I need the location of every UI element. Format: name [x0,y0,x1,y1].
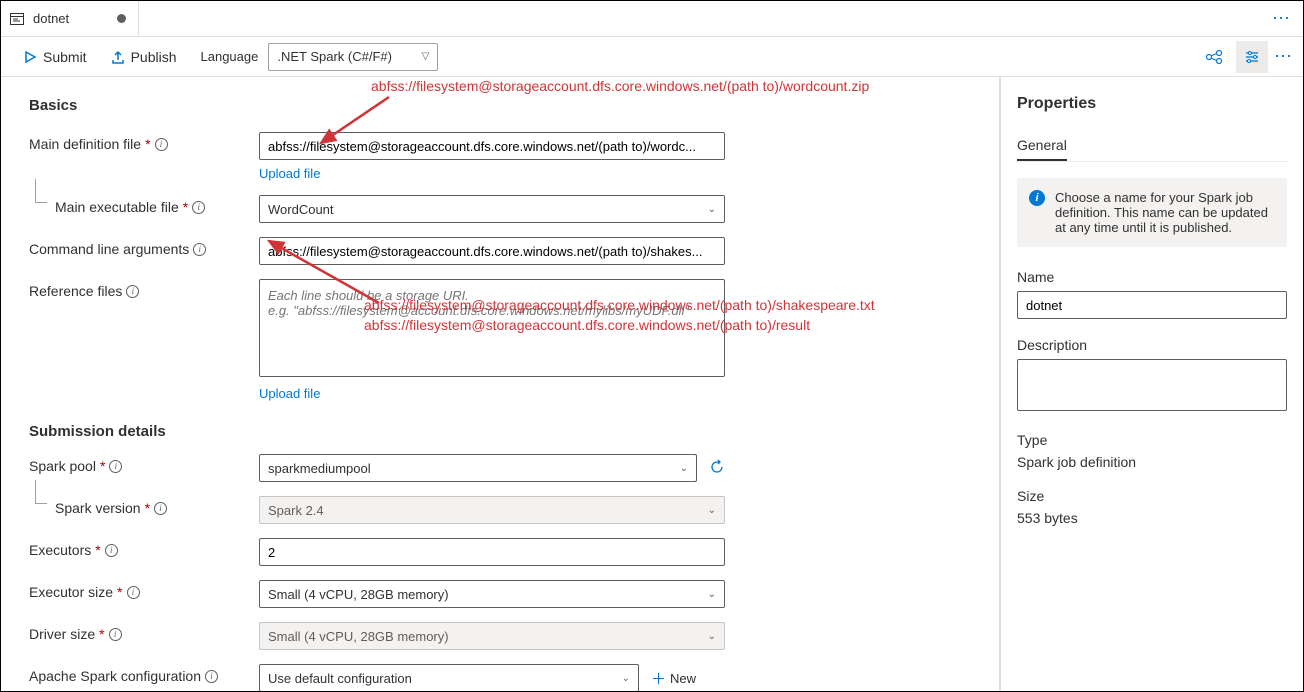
play-icon [23,50,37,64]
chevron-down-icon: ▽ [422,51,430,62]
executors-input[interactable] [259,538,725,566]
header-more-button[interactable]: ⋯ [1272,8,1291,29]
description-label: Description [1017,337,1287,353]
cmd-args-input[interactable] [259,237,725,265]
size-value: 553 bytes [1017,510,1287,526]
main-definition-input[interactable] [259,132,725,160]
info-icon[interactable]: i [155,138,168,151]
name-label: Name [1017,269,1287,285]
refresh-icon [709,459,725,475]
executor-size-select[interactable]: Small (4 vCPU, 28GB memory) ⌄ [259,580,725,608]
driver-size-label: Driver size * i [29,622,259,642]
toolbar-more-button[interactable]: ⋯ [1274,46,1293,67]
modified-indicator [117,14,126,23]
spark-pool-select[interactable]: sparkmediumpool ⌄ [259,454,697,482]
tab-title: dotnet [33,11,69,26]
document-tab[interactable]: dotnet [1,1,139,36]
cmd-args-label: Command line arguments i [29,237,259,257]
info-icon[interactable]: i [154,502,167,515]
spark-config-label: Apache Spark configuration i [29,664,259,684]
info-icon: i [1029,190,1045,206]
spark-pool-label: Spark pool * i [29,454,259,474]
related-icon [1205,48,1223,66]
language-label: Language [201,49,259,64]
document-icon [9,11,25,27]
size-label: Size [1017,488,1287,504]
main-executable-label: Main executable file*i [29,195,259,215]
settings-panel-button[interactable] [1236,41,1268,73]
spark-config-select[interactable]: Use default configuration ⌄ [259,664,639,691]
language-select[interactable]: .NET Spark (C#/F#) ▽ [268,43,438,71]
driver-size-select: Small (4 vCPU, 28GB memory) ⌄ [259,622,725,650]
chevron-down-icon: ⌄ [708,505,716,516]
publish-button[interactable]: Publish [105,45,183,69]
new-config-button[interactable]: ＋ New [651,668,696,689]
chevron-down-icon: ⌄ [708,204,716,215]
description-textarea[interactable] [1017,359,1287,411]
info-icon[interactable]: i [192,201,205,214]
upload-file-link-2[interactable]: Upload file [259,386,320,401]
executor-size-label: Executor size * i [29,580,259,600]
basics-heading: Basics [29,97,971,114]
properties-title: Properties [1017,95,1287,113]
type-label: Type [1017,432,1287,448]
info-icon[interactable]: i [109,460,122,473]
spark-version-select: Spark 2.4 ⌄ [259,496,725,524]
type-value: Spark job definition [1017,454,1287,470]
submission-heading: Submission details [29,423,971,440]
annotation-1: abfss://filesystem@storageaccount.dfs.co… [371,78,869,94]
chevron-down-icon: ⌄ [622,673,630,684]
spark-version-label: Spark version * i [29,496,259,516]
chevron-down-icon: ⌄ [680,463,688,474]
info-icon[interactable]: i [205,670,218,683]
relations-button[interactable] [1198,41,1230,73]
main-executable-select[interactable]: WordCount ⌄ [259,195,725,223]
upload-file-link[interactable]: Upload file [259,166,320,181]
name-input[interactable] [1017,291,1287,319]
reference-files-label: Reference files i [29,279,259,299]
tab-general[interactable]: General [1017,131,1067,161]
info-icon[interactable]: i [109,628,122,641]
info-icon[interactable]: i [127,586,140,599]
submit-button[interactable]: Submit [17,45,93,69]
chevron-down-icon: ⌄ [708,631,716,642]
refresh-button[interactable] [709,459,725,478]
info-icon[interactable]: i [126,285,139,298]
publish-icon [111,50,125,64]
info-icon[interactable]: i [193,243,206,256]
executors-label: Executors * i [29,538,259,558]
chevron-down-icon: ⌄ [708,589,716,600]
info-icon[interactable]: i [105,544,118,557]
info-box: i Choose a name for your Spark job defin… [1017,178,1287,247]
reference-files-textarea[interactable] [259,279,725,377]
main-definition-label: Main definition file*i [29,132,259,152]
sliders-icon [1243,48,1261,66]
